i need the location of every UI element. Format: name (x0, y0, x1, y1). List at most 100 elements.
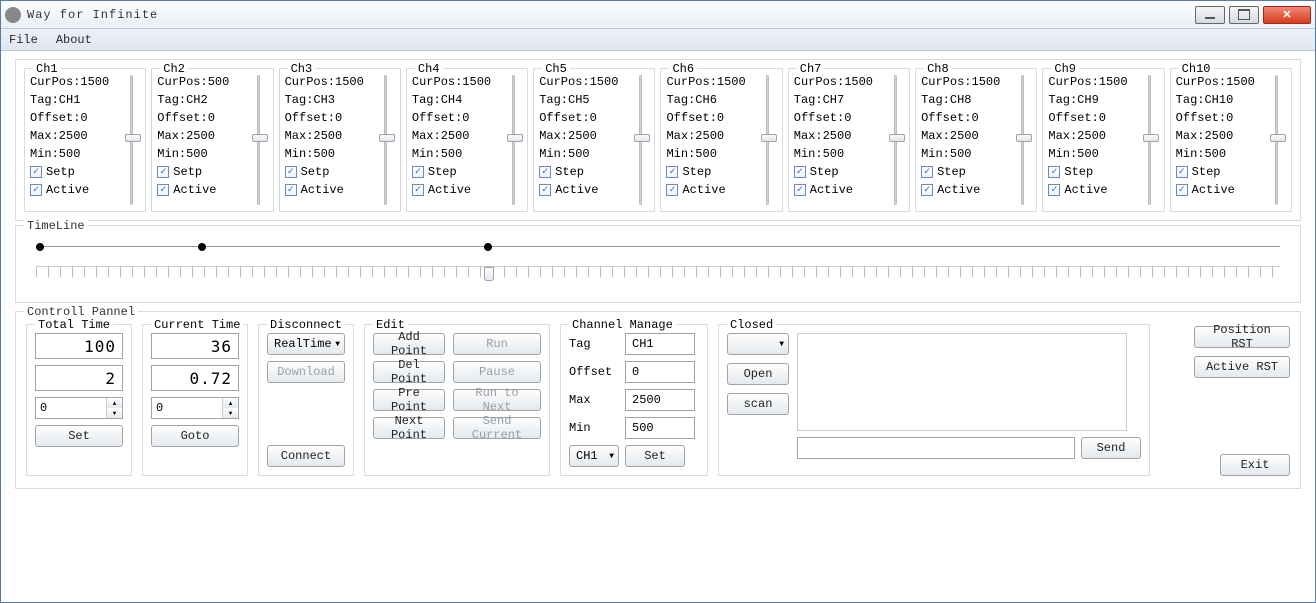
slider-thumb[interactable] (252, 134, 268, 142)
channel-select[interactable]: CH1▼ (569, 445, 619, 467)
timeline-keyframe[interactable] (198, 243, 206, 251)
chevron-down-icon[interactable]: ▼ (107, 408, 122, 418)
slider-thumb[interactable] (1270, 134, 1286, 142)
close-button[interactable] (1263, 6, 1311, 24)
timeline-track[interactable] (36, 246, 1280, 262)
run-button[interactable]: Run (453, 333, 541, 355)
total-time-spin[interactable]: 0 ▲▼ (35, 397, 123, 419)
channel-set-button[interactable]: Set (625, 445, 685, 467)
active-checkbox[interactable]: Active (30, 183, 118, 197)
menu-file[interactable]: File (9, 33, 38, 47)
curpos-value: CurPos:1500 (285, 75, 373, 89)
channel-slider[interactable] (377, 75, 395, 205)
set-button[interactable]: Set (35, 425, 123, 447)
current-time-value-1[interactable]: 36 (151, 333, 239, 359)
max-input[interactable]: 2500 (625, 389, 695, 411)
send-button[interactable]: Send (1081, 437, 1141, 459)
slider-thumb[interactable] (634, 134, 650, 142)
channel-slider[interactable] (504, 75, 522, 205)
slider-thumb[interactable] (507, 134, 523, 142)
channel-slider[interactable] (1268, 75, 1286, 205)
min-value: Min:500 (285, 147, 373, 161)
log-textarea[interactable] (797, 333, 1127, 431)
slider-thumb[interactable] (125, 134, 141, 142)
mode-combo[interactable]: RealTime▼ (267, 333, 345, 355)
step-checkbox[interactable]: Setp (157, 165, 245, 179)
channel-label: Ch1 (33, 62, 61, 76)
port-combo[interactable]: ▼ (727, 333, 789, 355)
next-point-button[interactable]: Next Point (373, 417, 445, 439)
step-checkbox[interactable]: Step (794, 165, 882, 179)
active-rst-button[interactable]: Active RST (1194, 356, 1290, 378)
active-checkbox[interactable]: Active (539, 183, 627, 197)
channel-slider[interactable] (122, 75, 140, 205)
timeline-thumb[interactable] (484, 267, 494, 281)
active-checkbox[interactable]: Active (1048, 183, 1136, 197)
goto-button[interactable]: Goto (151, 425, 239, 447)
active-checkbox[interactable]: Active (285, 183, 373, 197)
offset-value: Offset:0 (539, 111, 627, 125)
step-checkbox[interactable]: Step (539, 165, 627, 179)
channel-slider[interactable] (250, 75, 268, 205)
total-time-value-2[interactable]: 2 (35, 365, 123, 391)
step-checkbox[interactable]: Step (412, 165, 500, 179)
checkmark-icon (539, 166, 551, 178)
maximize-button[interactable] (1229, 6, 1259, 24)
chevron-down-icon[interactable]: ▼ (223, 408, 238, 418)
connect-button[interactable]: Connect (267, 445, 345, 467)
pre-point-button[interactable]: Pre Point (373, 389, 445, 411)
send-current-button[interactable]: Send Current (453, 417, 541, 439)
channel-3: Ch3CurPos:1500Tag:CH3Offset:0Max:2500Min… (279, 68, 401, 212)
min-input[interactable]: 500 (625, 417, 695, 439)
step-checkbox[interactable]: Setp (285, 165, 373, 179)
channel-slider[interactable] (1013, 75, 1031, 205)
run-to-next-button[interactable]: Run to Next (453, 389, 541, 411)
exit-button[interactable]: Exit (1220, 454, 1290, 476)
step-checkbox[interactable]: Step (921, 165, 1009, 179)
offset-value: Offset:0 (1048, 111, 1136, 125)
max-value: Max:2500 (1048, 129, 1136, 143)
channel-slider[interactable] (886, 75, 904, 205)
step-checkbox[interactable]: Step (1048, 165, 1136, 179)
active-checkbox[interactable]: Active (1176, 183, 1264, 197)
current-time-spin[interactable]: 0 ▲▼ (151, 397, 239, 419)
slider-thumb[interactable] (889, 134, 905, 142)
active-checkbox[interactable]: Active (666, 183, 754, 197)
del-point-button[interactable]: Del Point (373, 361, 445, 383)
minimize-button[interactable] (1195, 6, 1225, 24)
tag-input[interactable]: CH1 (625, 333, 695, 355)
active-checkbox[interactable]: Active (921, 183, 1009, 197)
slider-thumb[interactable] (1143, 134, 1159, 142)
active-checkbox[interactable]: Active (157, 183, 245, 197)
channel-10: Ch10CurPos:1500Tag:CH10Offset:0Max:2500M… (1170, 68, 1292, 212)
scan-button[interactable]: scan (727, 393, 789, 415)
slider-thumb[interactable] (1016, 134, 1032, 142)
channel-slider[interactable] (1141, 75, 1159, 205)
chevron-up-icon[interactable]: ▲ (223, 398, 238, 408)
step-checkbox[interactable]: Step (666, 165, 754, 179)
menu-about[interactable]: About (56, 33, 92, 47)
add-point-button[interactable]: Add Point (373, 333, 445, 355)
max-value: Max:2500 (539, 129, 627, 143)
active-checkbox[interactable]: Active (412, 183, 500, 197)
channel-slider[interactable] (631, 75, 649, 205)
timeline-slider[interactable] (36, 266, 1280, 284)
pause-button[interactable]: Pause (453, 361, 541, 383)
channel-slider[interactable] (759, 75, 777, 205)
open-button[interactable]: Open (727, 363, 789, 385)
step-checkbox[interactable]: Step (1176, 165, 1264, 179)
total-time-value-1[interactable]: 100 (35, 333, 123, 359)
offset-label: Offset (569, 365, 619, 379)
slider-thumb[interactable] (379, 134, 395, 142)
slider-thumb[interactable] (761, 134, 777, 142)
current-time-value-2[interactable]: 0.72 (151, 365, 239, 391)
download-button[interactable]: Download (267, 361, 345, 383)
step-checkbox[interactable]: Setp (30, 165, 118, 179)
active-checkbox[interactable]: Active (794, 183, 882, 197)
timeline-keyframe[interactable] (484, 243, 492, 251)
position-rst-button[interactable]: Position RST (1194, 326, 1290, 348)
send-input[interactable] (797, 437, 1075, 459)
offset-input[interactable]: 0 (625, 361, 695, 383)
chevron-up-icon[interactable]: ▲ (107, 398, 122, 408)
timeline-keyframe[interactable] (36, 243, 44, 251)
